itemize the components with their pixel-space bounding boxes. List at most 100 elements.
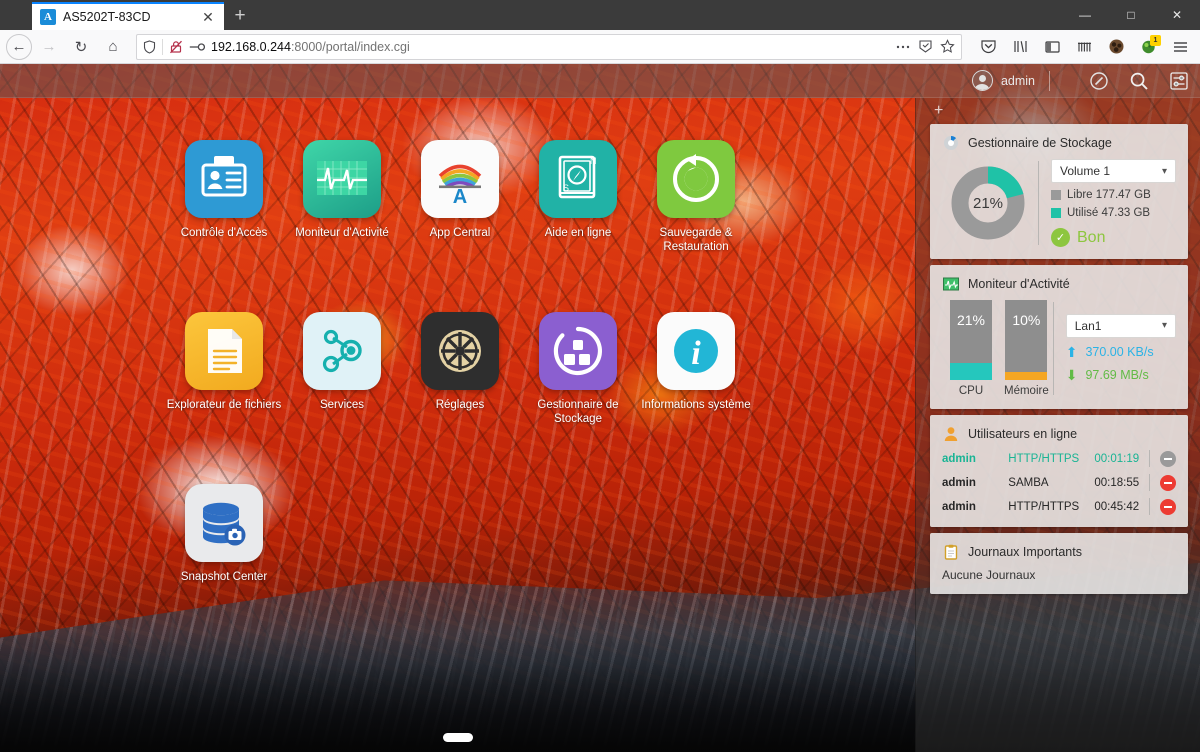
app-label: Aide en ligne (544, 227, 612, 239)
widget-divider (1052, 302, 1054, 395)
storage-percent-label: 21% (972, 194, 1004, 212)
table-row: admin HTTP/HTTPS 00:01:19 (942, 450, 1177, 467)
widget-activity-monitor: Moniteur d'Activité 21% CPU 10% Mémoire … (930, 265, 1188, 409)
reader-save-icon[interactable] (918, 39, 933, 54)
pocket-icon[interactable] (974, 33, 1002, 61)
widget-title: Journaux Importants (968, 544, 1082, 559)
home-icon[interactable]: ⌂ (98, 33, 128, 61)
app-icon-reglages[interactable]: Réglages (401, 312, 519, 484)
app-label: Sauvegarde & Restauration (659, 227, 733, 253)
reload-icon[interactable]: ↻ (66, 33, 96, 61)
row-divider (1149, 450, 1151, 467)
widget-storage-manager: Gestionnaire de Stockage 21% Volume 1 ▾ … (930, 124, 1188, 259)
new-tab-button[interactable]: + (224, 2, 256, 30)
widget-body: 21% CPU 10% Mémoire Lan1 ▾ ⬆ 370.00 KB/s… (942, 300, 1176, 397)
extension-badge: 1 (1150, 34, 1161, 46)
chevron-down-icon: ▾ (1161, 320, 1167, 331)
extension-icon[interactable]: 1 (1134, 33, 1162, 61)
key-icon[interactable] (189, 41, 205, 53)
widget-header: Utilisateurs en ligne (942, 425, 1176, 442)
search-icon[interactable] (1128, 70, 1150, 92)
network-interface-select[interactable]: Lan1 ▾ (1065, 313, 1176, 338)
snapshot-center-icon (185, 484, 263, 562)
no-https-icon[interactable] (169, 40, 183, 54)
current-user[interactable]: admin (971, 70, 1035, 91)
minimize-button[interactable]: — (1062, 0, 1108, 30)
disconnect-icon[interactable] (1160, 450, 1177, 467)
app-icon-informations-systeme[interactable]: i Informations système (637, 312, 755, 484)
storage-manager-icon (942, 134, 959, 151)
account-avatar-icon[interactable] (1102, 33, 1130, 61)
shield-icon[interactable] (143, 39, 156, 54)
disconnect-icon[interactable] (1160, 474, 1177, 491)
activity-monitor-icon (303, 140, 381, 218)
library-icon[interactable] (1006, 33, 1034, 61)
storage-details: Volume 1 ▾ Libre 177.47 GB Utilisé 47.33… (1051, 159, 1176, 247)
browser-window: A AS5202T-83CD ✕ + — □ ✕ ← → ↻ ⌂ 192.168… (0, 0, 1200, 752)
user-session-time: 00:18:55 (1094, 476, 1140, 489)
volume-select-value: Volume 1 (1060, 164, 1111, 178)
desktop-page-indicator (0, 733, 915, 742)
app-icon-grid: Contrôle d'Accès Moniteur d'Activité A A… (0, 140, 915, 656)
widget-divider (1038, 161, 1039, 245)
add-widget-button[interactable]: + (916, 98, 1200, 124)
page-actions-ellipsis-icon[interactable] (895, 44, 911, 50)
storage-donut-chart: 21% (942, 164, 1034, 242)
widget-important-logs: Journaux Importants Aucune Journaux (930, 533, 1188, 594)
avatar (971, 70, 993, 91)
app-icon-gestionnaire-de-stockage[interactable]: Gestionnaire de Stockage (519, 312, 637, 484)
power-icon[interactable] (1088, 70, 1110, 92)
back-icon[interactable]: ← (6, 33, 32, 60)
app-icon-explorateur-de-fichiers[interactable]: Explorateur de fichiers (165, 312, 283, 484)
row-divider (1149, 474, 1151, 491)
urlbar-divider (162, 38, 163, 55)
app-icon-app-central[interactable]: A App Central (401, 140, 519, 312)
volume-select[interactable]: Volume 1 ▾ (1051, 159, 1176, 183)
app-icon-services[interactable]: Services (283, 312, 401, 484)
activity-monitor-icon (942, 275, 959, 292)
widget-header: Journaux Importants (942, 543, 1176, 560)
app-icon-snapshot-center[interactable]: Snapshot Center (165, 484, 283, 656)
preferences-icon[interactable] (1168, 70, 1190, 92)
widget-sidebar: + Gestionnaire de Stockage 21% Volume 1 … (915, 98, 1200, 752)
storage-free-label: Libre 177.47 GB (1067, 189, 1151, 201)
disconnect-icon[interactable] (1160, 498, 1177, 515)
app-label: Informations système (641, 399, 751, 411)
browser-tab[interactable]: A AS5202T-83CD ✕ (32, 2, 224, 30)
network-interface-value: Lan1 (1074, 318, 1102, 333)
app-label: Services (319, 399, 365, 411)
url-text[interactable]: 192.168.0.244:8000/portal/index.cgi (211, 40, 889, 54)
arrow-down-icon: ⬇ (1065, 366, 1078, 383)
arrow-up-icon: ⬆ (1065, 343, 1078, 360)
app-icon-controle-dacces[interactable]: Contrôle d'Accès (165, 140, 283, 312)
user-icon (942, 425, 959, 442)
page-indicator-dot[interactable] (442, 733, 473, 742)
memory-bar-column: 10% Mémoire (1004, 300, 1049, 397)
close-icon[interactable]: ✕ (200, 9, 216, 25)
close-window-button[interactable]: ✕ (1154, 0, 1200, 30)
menu-hamburger-icon[interactable] (1166, 33, 1194, 61)
maximize-button[interactable]: □ (1108, 0, 1154, 30)
services-icon (303, 312, 381, 390)
app-icon-sauvegarde-restauration[interactable]: Sauvegarde & Restauration (637, 140, 755, 312)
upload-row: ⬆ 370.00 KB/s (1066, 344, 1176, 361)
sidebar-icon[interactable] (1038, 33, 1066, 61)
app-label: Contrôle d'Accès (180, 227, 268, 239)
bookmarks-toolbar-icon[interactable] (1070, 33, 1098, 61)
memory-value: 10% (1012, 312, 1041, 328)
widget-header: Gestionnaire de Stockage (942, 134, 1176, 151)
address-bar[interactable]: 192.168.0.244:8000/portal/index.cgi (136, 33, 962, 60)
online-help-icon: N S (539, 140, 617, 218)
window-controls: — □ ✕ (1062, 0, 1200, 30)
user-session-time: 00:01:19 (1094, 452, 1140, 465)
bookmark-star-icon[interactable] (940, 39, 955, 54)
widget-title: Utilisateurs en ligne (968, 426, 1078, 441)
browser-titlebar: A AS5202T-83CD ✕ + — □ ✕ (0, 0, 1200, 30)
page-viewport: admin Contrôle d'Accès Moniteur d'Activi… (0, 64, 1200, 752)
network-details: Lan1 ▾ ⬆ 370.00 KB/s ⬇ 97.69 MB/s (1065, 313, 1176, 384)
app-icon-aide-en-ligne[interactable]: N S Aide en ligne (519, 140, 637, 312)
memory-bar: 10% (1005, 300, 1048, 380)
table-row: admin HTTP/HTTPS 00:45:42 (942, 498, 1177, 515)
app-icon-moniteur-dactivite[interactable]: Moniteur d'Activité (283, 140, 401, 312)
forward-icon[interactable]: → (34, 33, 64, 61)
